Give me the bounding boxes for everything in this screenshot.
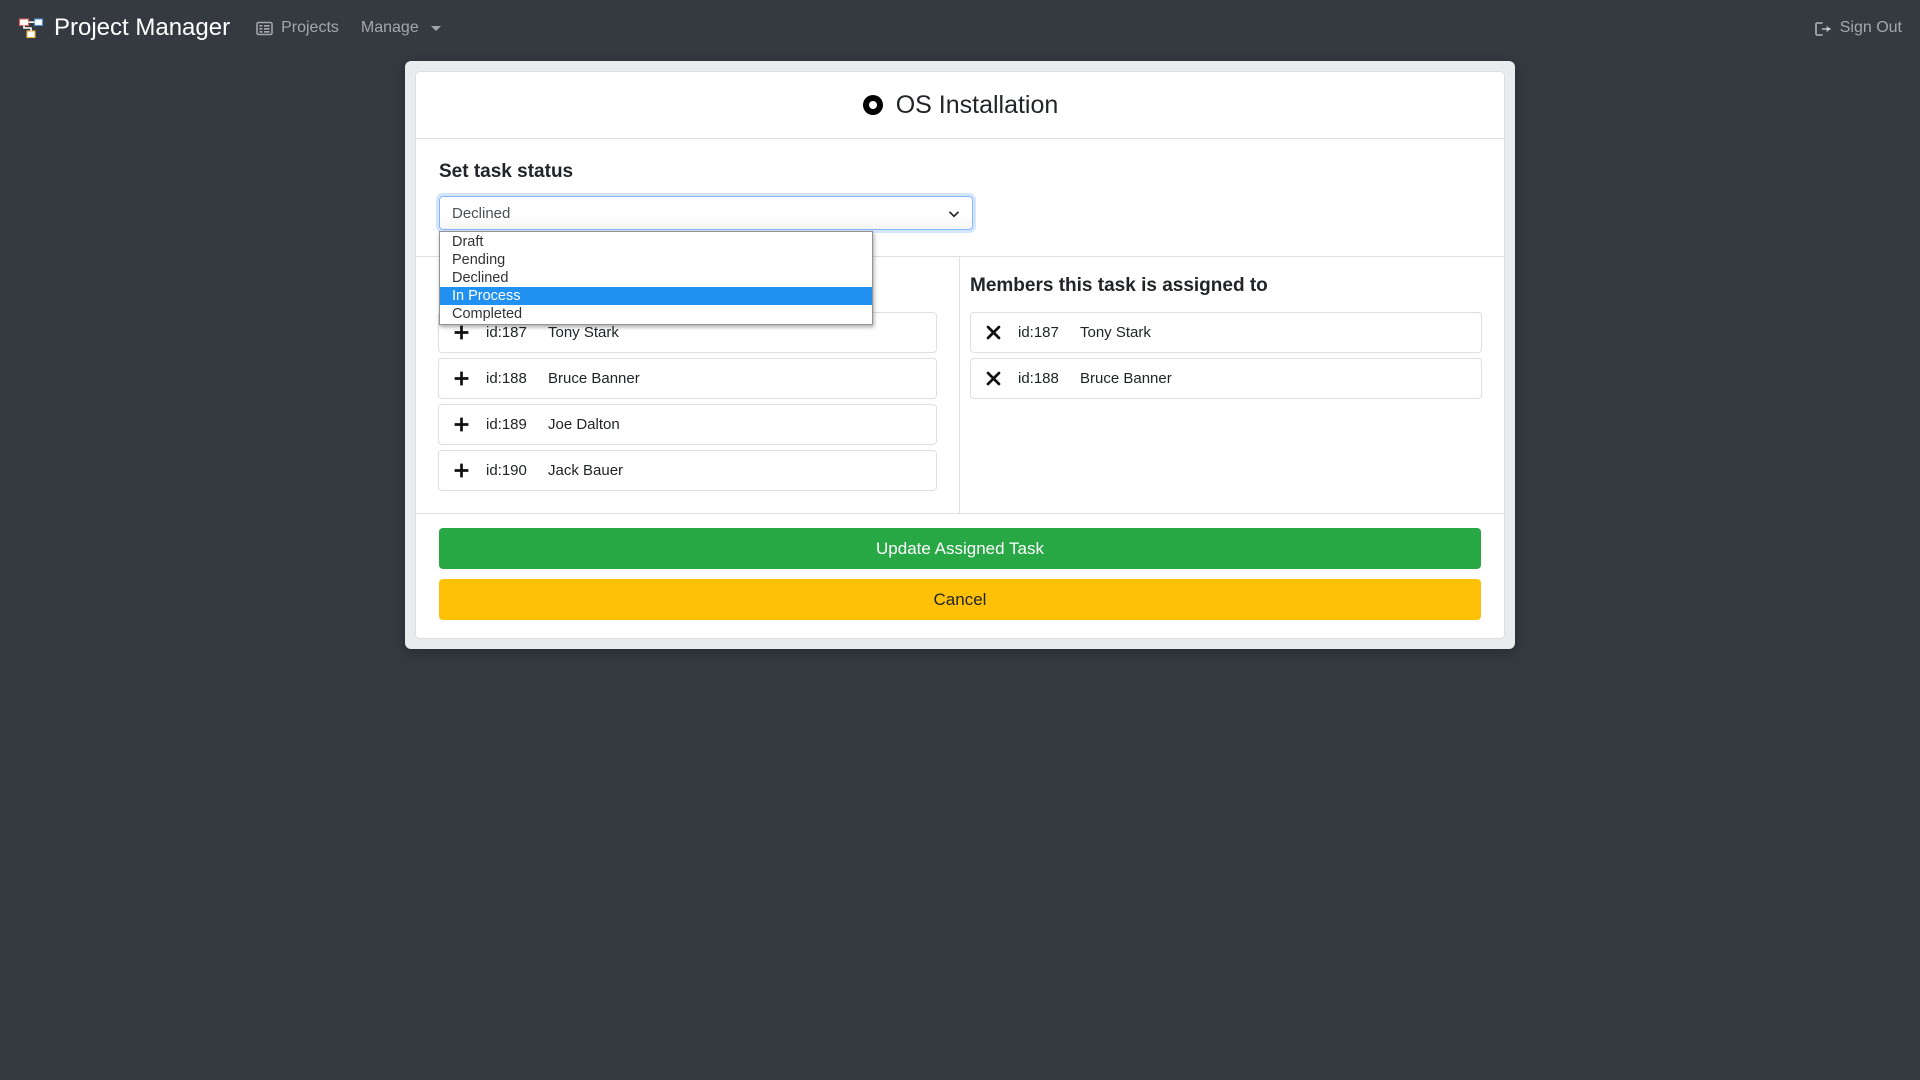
- assigned-members-panel: Members this task is assigned to id:187 …: [960, 257, 1504, 513]
- status-option-pending[interactable]: Pending: [440, 251, 872, 269]
- member-id: id:188: [486, 370, 527, 387]
- modal-footer: Update Assigned Task Cancel: [415, 514, 1505, 639]
- list-item[interactable]: id:190 Jack Bauer: [438, 450, 937, 491]
- dot-circle-icon: [862, 94, 884, 116]
- task-modal: OS Installation Set task status Declined…: [405, 61, 1515, 649]
- modal-header: OS Installation: [415, 71, 1505, 139]
- member-name: Tony Stark: [1080, 324, 1151, 341]
- plus-icon[interactable]: [453, 462, 470, 479]
- remove-icon[interactable]: [985, 324, 1002, 341]
- member-name: Bruce Banner: [1080, 370, 1172, 387]
- status-option-in-process[interactable]: In Process: [440, 287, 872, 305]
- member-id: id:190: [486, 462, 527, 479]
- member-name: Jack Bauer: [548, 462, 624, 479]
- plus-icon[interactable]: [453, 324, 470, 341]
- status-option-completed[interactable]: Completed: [440, 305, 872, 323]
- assigned-members-list: id:187 Tony Stark id:188 Bruce Banner: [970, 312, 1482, 399]
- member-name: Joe Dalton: [548, 416, 620, 433]
- status-select-value: Declined: [452, 204, 511, 222]
- list-item[interactable]: id:188 Bruce Banner: [970, 358, 1482, 399]
- modal-title: OS Installation: [895, 90, 1059, 119]
- status-section: Set task status Declined Draft Pending D…: [415, 139, 1505, 325]
- status-option-list[interactable]: Draft Pending Declined In Process Comple…: [439, 231, 873, 325]
- status-option-draft[interactable]: Draft: [440, 233, 872, 251]
- modal-backdrop: OS Installation Set task status Declined…: [0, 0, 1920, 1080]
- list-item[interactable]: id:189 Joe Dalton: [438, 404, 937, 445]
- plus-icon[interactable]: [453, 416, 470, 433]
- member-id: id:188: [1018, 370, 1059, 387]
- status-label: Set task status: [439, 161, 574, 182]
- status-option-declined[interactable]: Declined: [440, 269, 872, 287]
- update-assigned-task-button[interactable]: Update Assigned Task: [439, 528, 1481, 569]
- plus-icon[interactable]: [453, 370, 470, 387]
- chevron-down-icon: [948, 207, 960, 219]
- assigned-members-title: Members this task is assigned to: [970, 275, 1268, 296]
- member-name: Bruce Banner: [548, 370, 640, 387]
- status-select[interactable]: Declined: [439, 196, 973, 230]
- available-members-list: id:187 Tony Stark id:188 Bruce Banner id…: [438, 312, 937, 491]
- member-name: Tony Stark: [548, 324, 619, 341]
- list-item[interactable]: id:187 Tony Stark: [970, 312, 1482, 353]
- member-id: id:187: [1018, 324, 1059, 341]
- status-select-wrap: Declined Draft Pending Declined In Proce…: [439, 196, 973, 325]
- member-id: id:189: [486, 416, 527, 433]
- cancel-button[interactable]: Cancel: [439, 579, 1481, 620]
- list-item[interactable]: id:188 Bruce Banner: [438, 358, 937, 399]
- member-id: id:187: [486, 324, 527, 341]
- remove-icon[interactable]: [985, 370, 1002, 387]
